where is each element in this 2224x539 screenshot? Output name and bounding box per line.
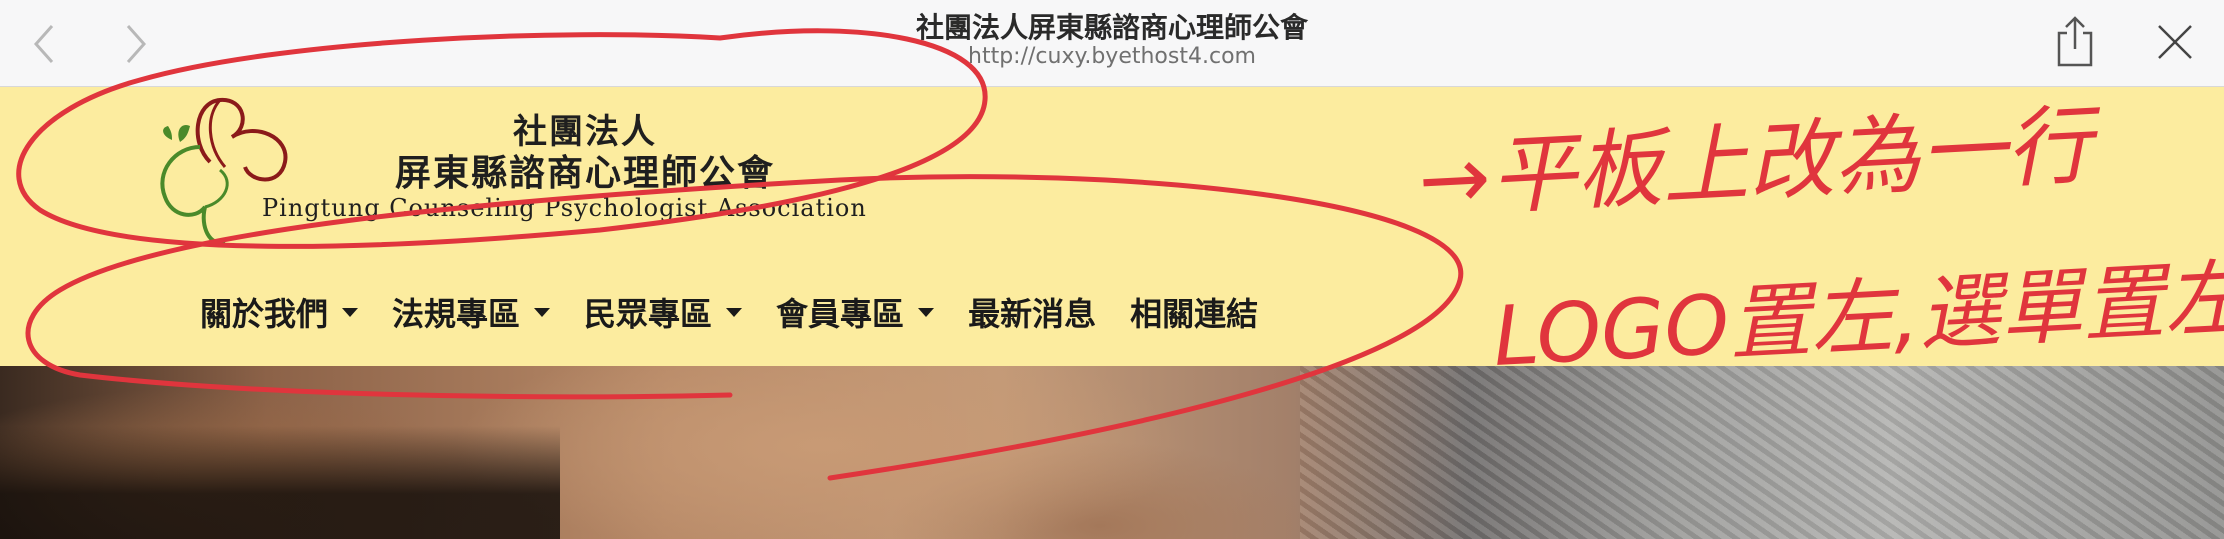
close-icon	[2158, 25, 2192, 59]
browser-toolbar: 社團法人屏東縣諮商心理師公會 http://cuxy.byethost4.com	[0, 0, 2224, 87]
caret-down-icon	[534, 307, 551, 317]
association-logo[interactable]	[150, 92, 300, 247]
nav-item-regulations[interactable]: 法規專區	[392, 289, 551, 335]
main-nav: 關於我們 法規專區 民眾專區 會員專區 最新消息 相關連結	[200, 287, 1292, 337]
nav-item-label: 關於我們	[200, 295, 329, 333]
hero-shadow	[0, 426, 560, 539]
nav-item-label: 民眾專區	[584, 295, 713, 333]
caret-down-icon	[726, 307, 743, 317]
close-button[interactable]	[2145, 12, 2205, 72]
site-header: 社團法人 屏東縣諮商心理師公會 Pingtung Counseling Psyc…	[0, 87, 2224, 366]
hero-image	[0, 366, 2224, 539]
share-icon	[2057, 16, 2093, 67]
nav-item-public[interactable]: 民眾專區	[584, 289, 743, 335]
url-display[interactable]: http://cuxy.byethost4.com	[0, 44, 2224, 69]
hero-texture	[1300, 366, 2224, 539]
caret-down-icon	[342, 307, 359, 317]
nav-item-label: 相關連結	[1130, 295, 1259, 333]
share-button[interactable]	[2045, 12, 2105, 72]
nav-item-label: 最新消息	[968, 295, 1097, 333]
nav-item-members[interactable]: 會員專區	[776, 289, 935, 335]
page-title: 社團法人屏東縣諮商心理師公會	[915, 11, 1308, 44]
org-name-line2: 屏東縣諮商心理師公會	[394, 152, 775, 194]
nav-item-links[interactable]: 相關連結	[1130, 289, 1258, 335]
nav-item-news[interactable]: 最新消息	[968, 289, 1096, 335]
nav-item-label: 法規專區	[392, 295, 521, 333]
org-name-english: Pingtung Counseling Psychologist Associa…	[262, 194, 867, 222]
nav-item-about[interactable]: 關於我們	[200, 289, 359, 335]
nav-item-label: 會員專區	[776, 295, 905, 333]
caret-down-icon	[918, 307, 935, 317]
